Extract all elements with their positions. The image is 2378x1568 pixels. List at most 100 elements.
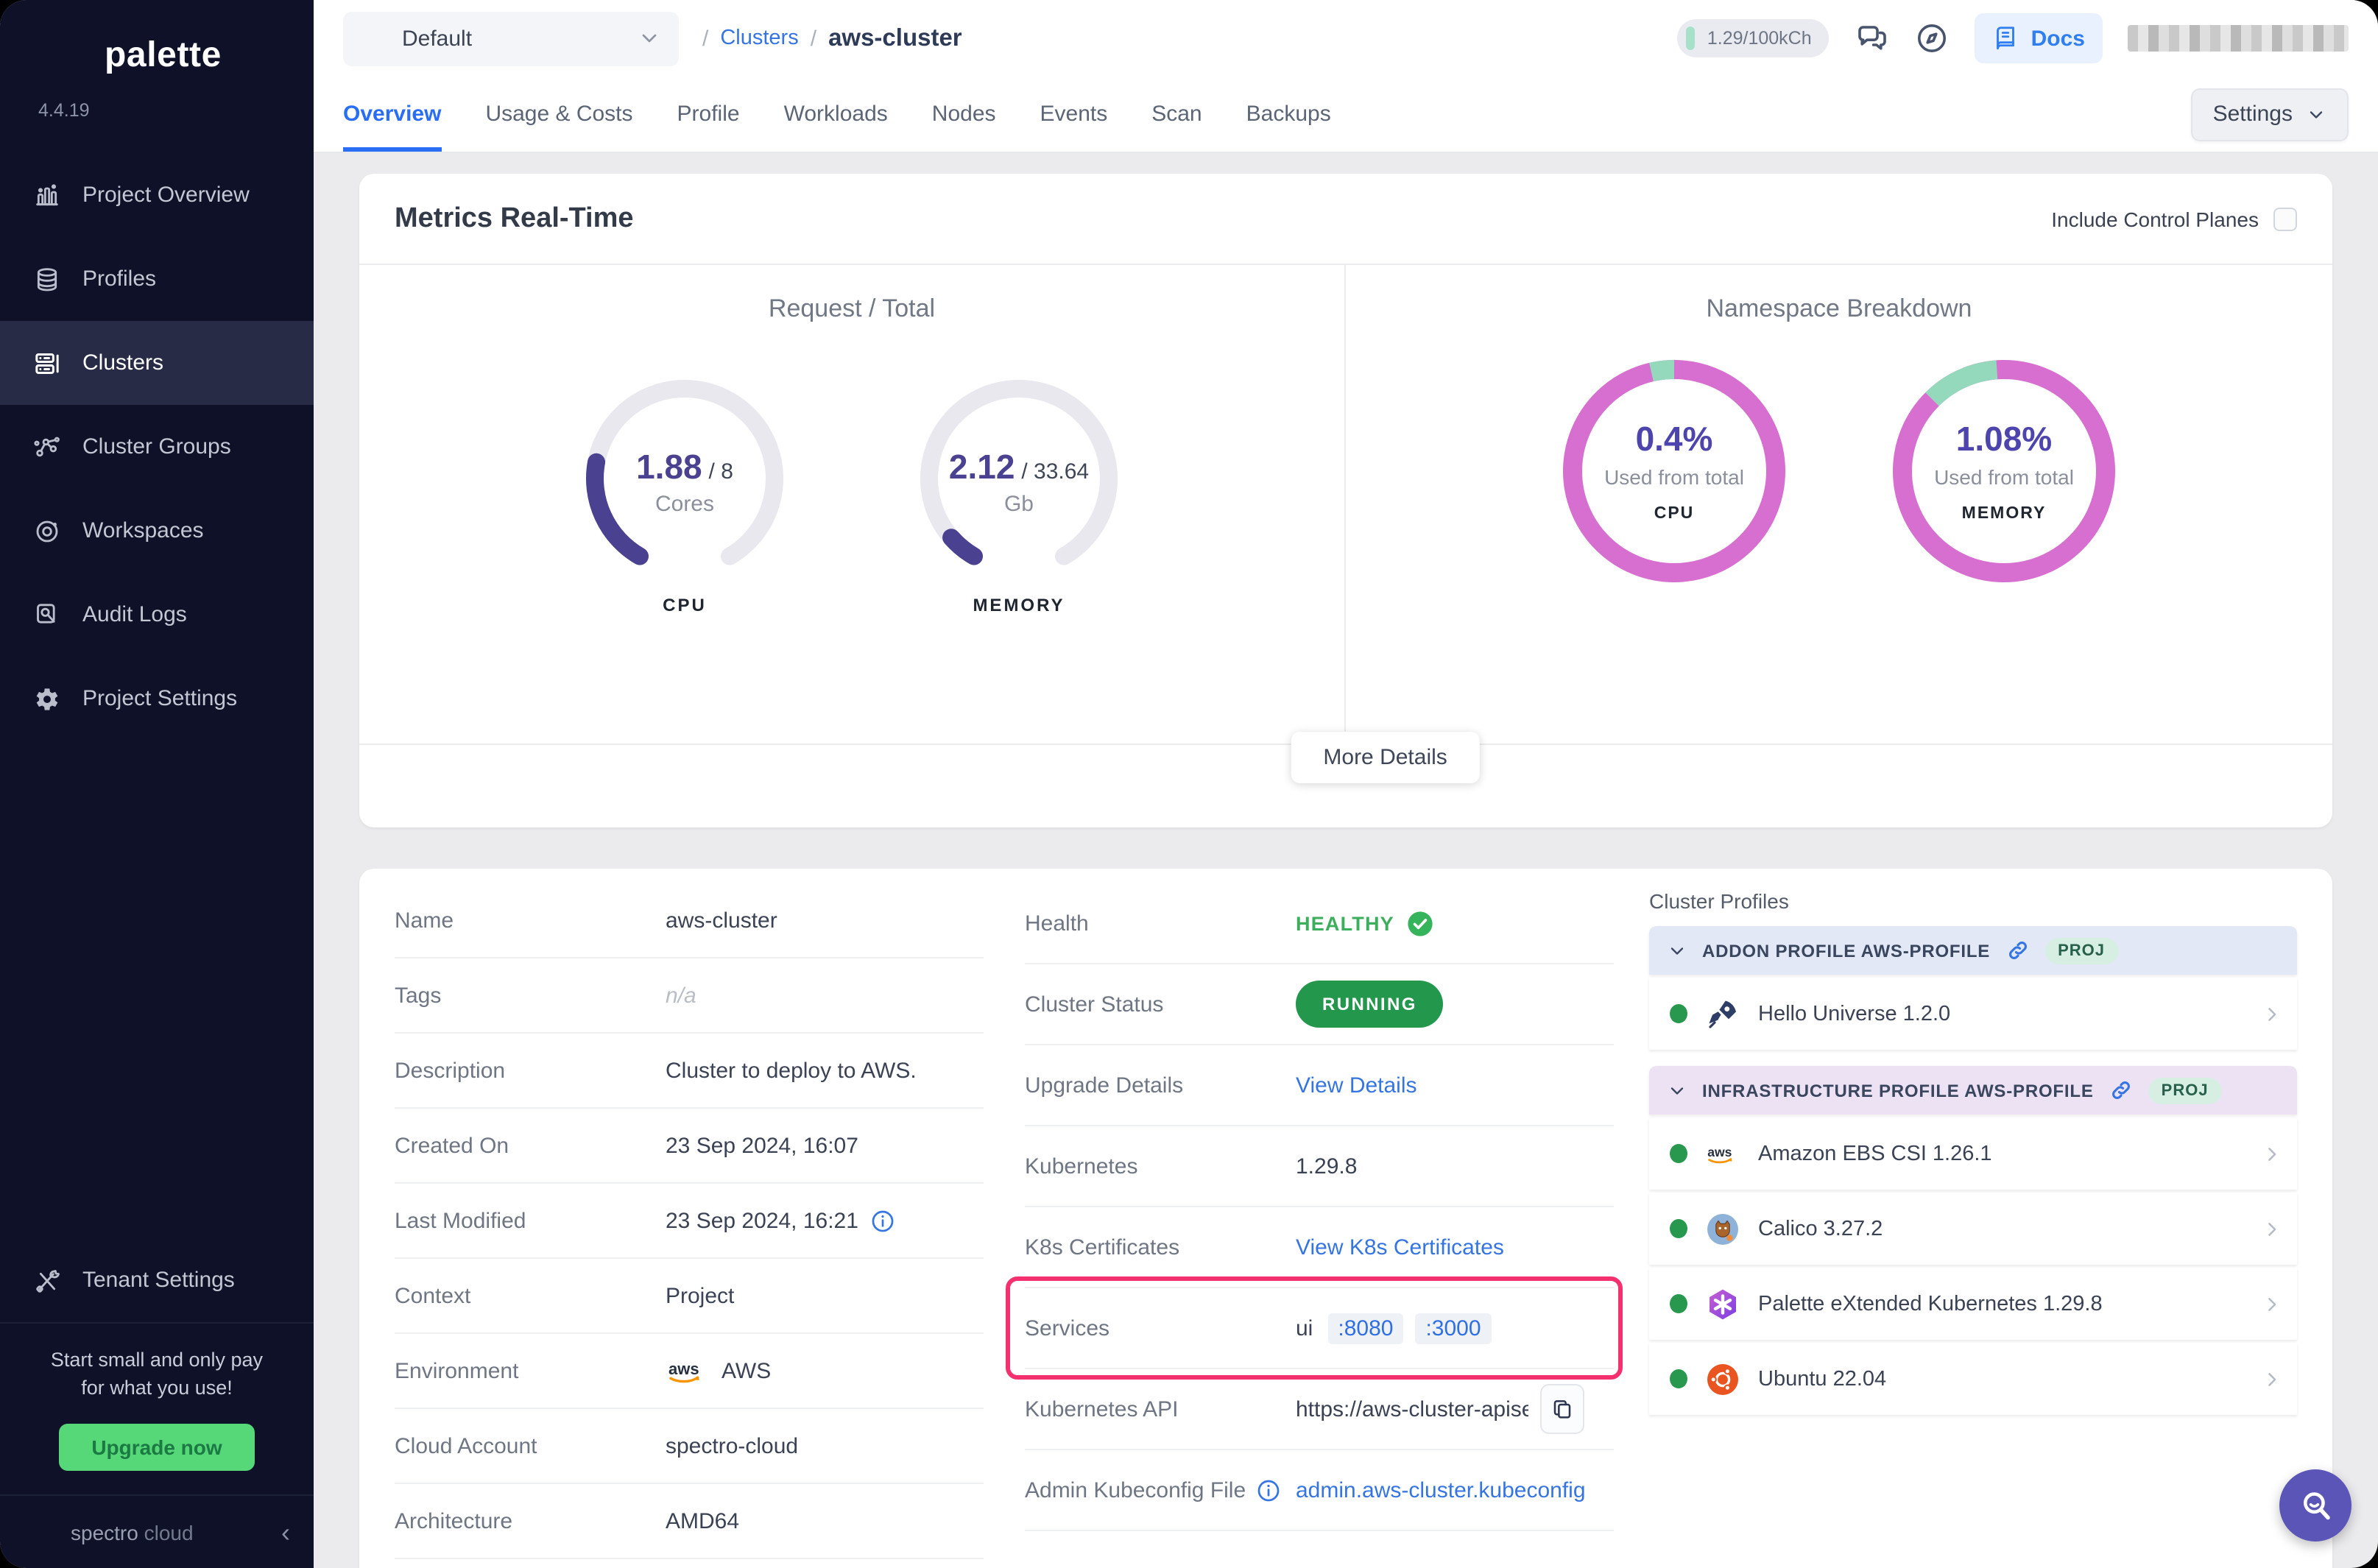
profile-group-name: ADDON PROFILE AWS-PROFILE: [1702, 940, 1990, 961]
info-icon[interactable]: [1256, 1477, 1281, 1502]
search-assistant-button[interactable]: [2279, 1469, 2351, 1541]
audit-logs-icon: [32, 600, 62, 629]
header-row-top: Default / Clusters / aws-cluster 1.29/10…: [314, 0, 2378, 77]
include-control-planes-checkbox[interactable]: [2273, 207, 2297, 230]
workspaces-icon: [32, 516, 62, 545]
breadcrumb-separator: /: [702, 26, 708, 51]
collapse-sidebar-icon[interactable]: ‹: [281, 1519, 290, 1545]
profile-group-header[interactable]: INFRASTRUCTURE PROFILE AWS-PROFILE PROJ: [1649, 1066, 2297, 1115]
sidebar-item-project-settings[interactable]: Project Settings: [0, 657, 314, 741]
namespace-breakdown-panel: Namespace Breakdown 0.4% Used from total…: [1346, 265, 2332, 744]
detail-row-cluster-status: Cluster StatusRUNNING: [1025, 964, 1614, 1045]
upsell-text: Start small and only pay for what you us…: [18, 1347, 296, 1403]
gauge-value: 2.12: [949, 447, 1015, 485]
sidebar-menu: Project Overview Profiles Clusters Clust…: [0, 153, 314, 741]
credits-progress: [1687, 27, 1696, 50]
detail-row-k8s-certificates: K8s CertificatesView K8s Certificates: [1025, 1207, 1614, 1288]
profile-group-header[interactable]: ADDON PROFILE AWS-PROFILE PROJ: [1649, 926, 2297, 975]
chevron-right-icon[interactable]: [2262, 1218, 2282, 1239]
sidebar-item-clusters[interactable]: Clusters: [0, 321, 314, 405]
tab-backups[interactable]: Backups: [1246, 77, 1331, 152]
breadcrumb-clusters-link[interactable]: Clusters: [720, 27, 798, 50]
project-selector-value: Default: [402, 26, 623, 51]
bar-chart-icon: [361, 25, 387, 52]
upgrade-now-button[interactable]: Upgrade now: [59, 1424, 254, 1471]
tab-nodes[interactable]: Nodes: [932, 77, 996, 152]
sidebar-item-label: Profiles: [82, 266, 156, 292]
sidebar-item-workspaces[interactable]: Workspaces: [0, 489, 314, 573]
memory-gauge: 2.12 / 33.64 Gb MEMORY: [897, 368, 1140, 615]
service-port-link[interactable]: :3000: [1415, 1313, 1491, 1343]
detail-value: Cluster to deploy to AWS.: [666, 1058, 917, 1083]
profile-layer-calico-3-27-2[interactable]: Calico 3.27.2: [1649, 1193, 2297, 1265]
detail-value: Project: [666, 1283, 734, 1308]
aws-logo-icon: aws: [1705, 1136, 1740, 1171]
info-icon[interactable]: [870, 1208, 895, 1233]
sidebar-item-label: Audit Logs: [82, 602, 187, 627]
header: Default / Clusters / aws-cluster 1.29/10…: [314, 0, 2378, 153]
tab-scan[interactable]: Scan: [1151, 77, 1202, 152]
copy-button[interactable]: [1540, 1384, 1584, 1434]
chevron-right-icon[interactable]: [2262, 1143, 2282, 1164]
profile-layer-ubuntu-22-04[interactable]: Ubuntu 22.04: [1649, 1343, 2297, 1415]
compass-icon[interactable]: [1915, 21, 1950, 56]
profile-group: INFRASTRUCTURE PROFILE AWS-PROFILE PROJ …: [1649, 1066, 2297, 1415]
docs-button[interactable]: Docs: [1975, 13, 2103, 63]
detail-link[interactable]: View Details: [1296, 1073, 1417, 1098]
chevron-right-icon[interactable]: [2262, 1369, 2282, 1389]
sidebar-item-project-overview[interactable]: Project Overview: [0, 153, 314, 237]
breadcrumb: / Clusters / aws-cluster: [702, 24, 962, 52]
chevron-down-icon[interactable]: [1667, 940, 1687, 961]
content: Metrics Real-Time Include Control Planes…: [314, 153, 2378, 1568]
tab-events[interactable]: Events: [1040, 77, 1108, 152]
credits-value: 1.29/100kCh: [1707, 28, 1812, 49]
profile-layer-amazon-ebs-csi-1-26-1[interactable]: aws Amazon EBS CSI 1.26.1: [1649, 1117, 2297, 1190]
detail-label: Upgrade Details: [1025, 1073, 1183, 1098]
settings-button[interactable]: Settings: [2191, 88, 2349, 141]
detail-label: Context: [395, 1283, 666, 1308]
donut-center: 0.4% Used from total CPU: [1550, 347, 1798, 595]
user-name-redacted[interactable]: [2128, 25, 2349, 52]
ubuntu-icon: [1705, 1361, 1740, 1396]
sidebar-footer: spectro cloud ‹: [0, 1494, 314, 1568]
tab-usage-costs[interactable]: Usage & Costs: [485, 77, 632, 152]
detail-row-upgrade-details: Upgrade Details View Details: [1025, 1045, 1614, 1126]
cluster-groups-icon: [32, 432, 62, 462]
sidebar-item-cluster-groups[interactable]: Cluster Groups: [0, 405, 314, 489]
cluster-status-badge[interactable]: RUNNING: [1296, 981, 1444, 1028]
profile-layer-palette-extended-kubernetes-1-29-8[interactable]: Palette eXtended Kubernetes 1.29.8: [1649, 1268, 2297, 1340]
tab-profile[interactable]: Profile: [677, 77, 740, 152]
chat-icon[interactable]: [1855, 21, 1890, 56]
spectro-cloud-logo-icon: [24, 1516, 56, 1548]
settings-label: Settings: [2213, 102, 2293, 127]
sidebar-item-label: Workspaces: [82, 518, 204, 543]
project-selector[interactable]: Default: [343, 11, 679, 66]
tab-overview[interactable]: Overview: [343, 77, 441, 152]
profile-layer-name: Hello Universe 1.2.0: [1758, 1002, 2244, 1025]
more-details-button[interactable]: More Details: [1291, 732, 1479, 783]
chevron-right-icon[interactable]: [2262, 1003, 2282, 1024]
sidebar-item-label: Cluster Groups: [82, 434, 231, 459]
detail-link[interactable]: View K8s Certificates: [1296, 1235, 1504, 1260]
profile-layer-name: Ubuntu 22.04: [1758, 1367, 2244, 1391]
sidebar-item-audit-logs[interactable]: Audit Logs: [0, 573, 314, 657]
profile-layer-name: Amazon EBS CSI 1.26.1: [1758, 1142, 2244, 1165]
detail-label: Environment: [395, 1358, 666, 1383]
tab-workloads[interactable]: Workloads: [784, 77, 888, 152]
chevron-right-icon[interactable]: [2262, 1293, 2282, 1314]
sidebar-item-tenant-settings[interactable]: Tenant Settings: [0, 1238, 314, 1322]
detail-label: Admin Kubeconfig File: [1025, 1477, 1246, 1502]
cluster-details-card: Name aws-cluster Tags n/a Description Cl…: [359, 869, 2332, 1568]
sidebar-item-label: Clusters: [82, 350, 163, 375]
service-port-link[interactable]: :8080: [1327, 1313, 1403, 1343]
gauge-total: / 33.64: [1021, 459, 1089, 484]
status-dot: [1670, 1219, 1687, 1238]
chevron-down-icon[interactable]: [1667, 1080, 1687, 1101]
namespace-breakdown-title: Namespace Breakdown: [1707, 294, 1972, 324]
detail-link[interactable]: admin.aws-cluster.kubeconfig: [1296, 1477, 1586, 1502]
clusters-icon: [32, 348, 62, 378]
profile-layer-hello-universe-1-2-0[interactable]: Hello Universe 1.2.0: [1649, 978, 2297, 1050]
gauge-value: 1.88: [636, 447, 702, 485]
gauge: 2.12 / 33.64 Gb: [908, 368, 1129, 589]
sidebar-item-profiles[interactable]: Profiles: [0, 237, 314, 321]
